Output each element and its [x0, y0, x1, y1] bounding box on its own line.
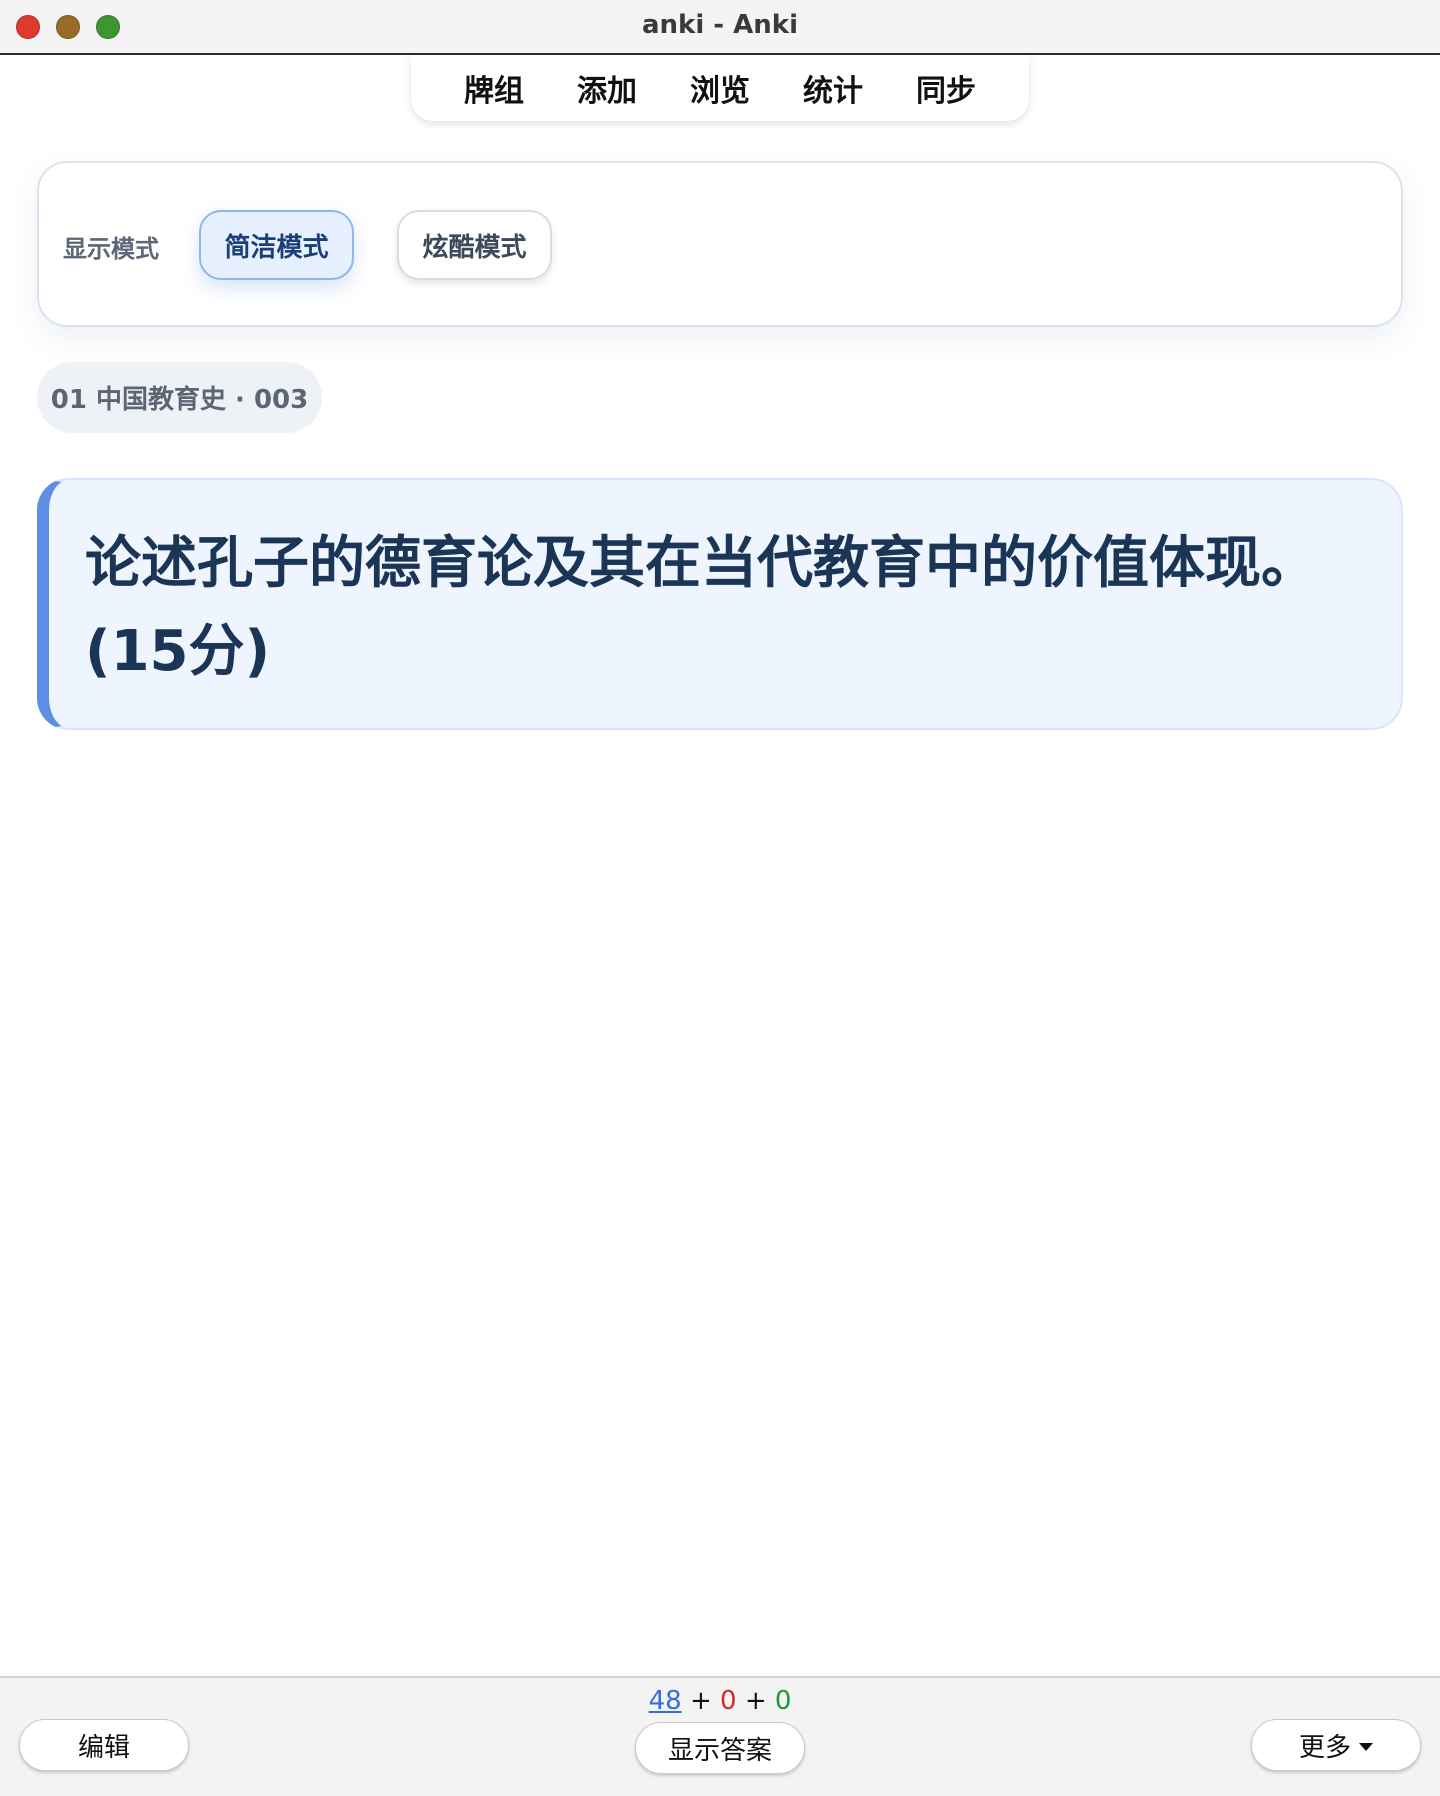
review-count: 0 — [774, 1686, 792, 1716]
show-answer-label: 显示答案 — [667, 1735, 772, 1766]
learning-count: 0 — [720, 1686, 737, 1716]
deck-tag: 01 中国教育史 · 003 — [37, 362, 322, 433]
chevron-down-icon — [1359, 1742, 1373, 1751]
window-title: anki - Anki — [642, 10, 798, 40]
more-button-label: 更多 — [1298, 1732, 1351, 1763]
simple-mode-button[interactable]: 简洁模式 — [199, 210, 354, 280]
question-card: 论述孔子的德育论及其在当代教育中的价值体现。(15分) — [37, 478, 1403, 730]
display-mode-label: 显示模式 — [63, 235, 159, 263]
due-counts: 48 + 0 + 0 — [0, 1686, 1440, 1716]
count-separator: + — [689, 1686, 712, 1716]
question-text: 论述孔子的德育论及其在当代教育中的价值体现。(15分) — [85, 531, 1317, 684]
nav-browse[interactable]: 浏览 — [690, 66, 750, 110]
edit-button-label: 编辑 — [77, 1732, 130, 1763]
nav-stats[interactable]: 统计 — [803, 66, 863, 110]
title-bar: anki - Anki — [0, 0, 1440, 55]
anki-window: anki - Anki 牌组 添加 浏览 统计 同步 显示模式 简洁模式 炫酷模… — [0, 0, 1440, 1796]
more-button[interactable]: 更多 — [1251, 1719, 1421, 1771]
cool-mode-button[interactable]: 炫酷模式 — [397, 210, 552, 280]
edit-button[interactable]: 编辑 — [19, 1719, 189, 1771]
top-navigation: 牌组 添加 浏览 统计 同步 — [411, 55, 1029, 121]
nav-add[interactable]: 添加 — [577, 66, 637, 110]
show-answer-button[interactable]: 显示答案 — [635, 1722, 805, 1774]
nav-sync[interactable]: 同步 — [916, 66, 976, 110]
new-count[interactable]: 48 — [649, 1686, 682, 1716]
display-mode-panel: 显示模式 简洁模式 炫酷模式 — [37, 161, 1403, 327]
bottom-bar: 48 + 0 + 0 编辑 显示答案 更多 — [0, 1676, 1440, 1796]
nav-decks[interactable]: 牌组 — [464, 66, 524, 110]
count-separator: + — [744, 1686, 767, 1716]
